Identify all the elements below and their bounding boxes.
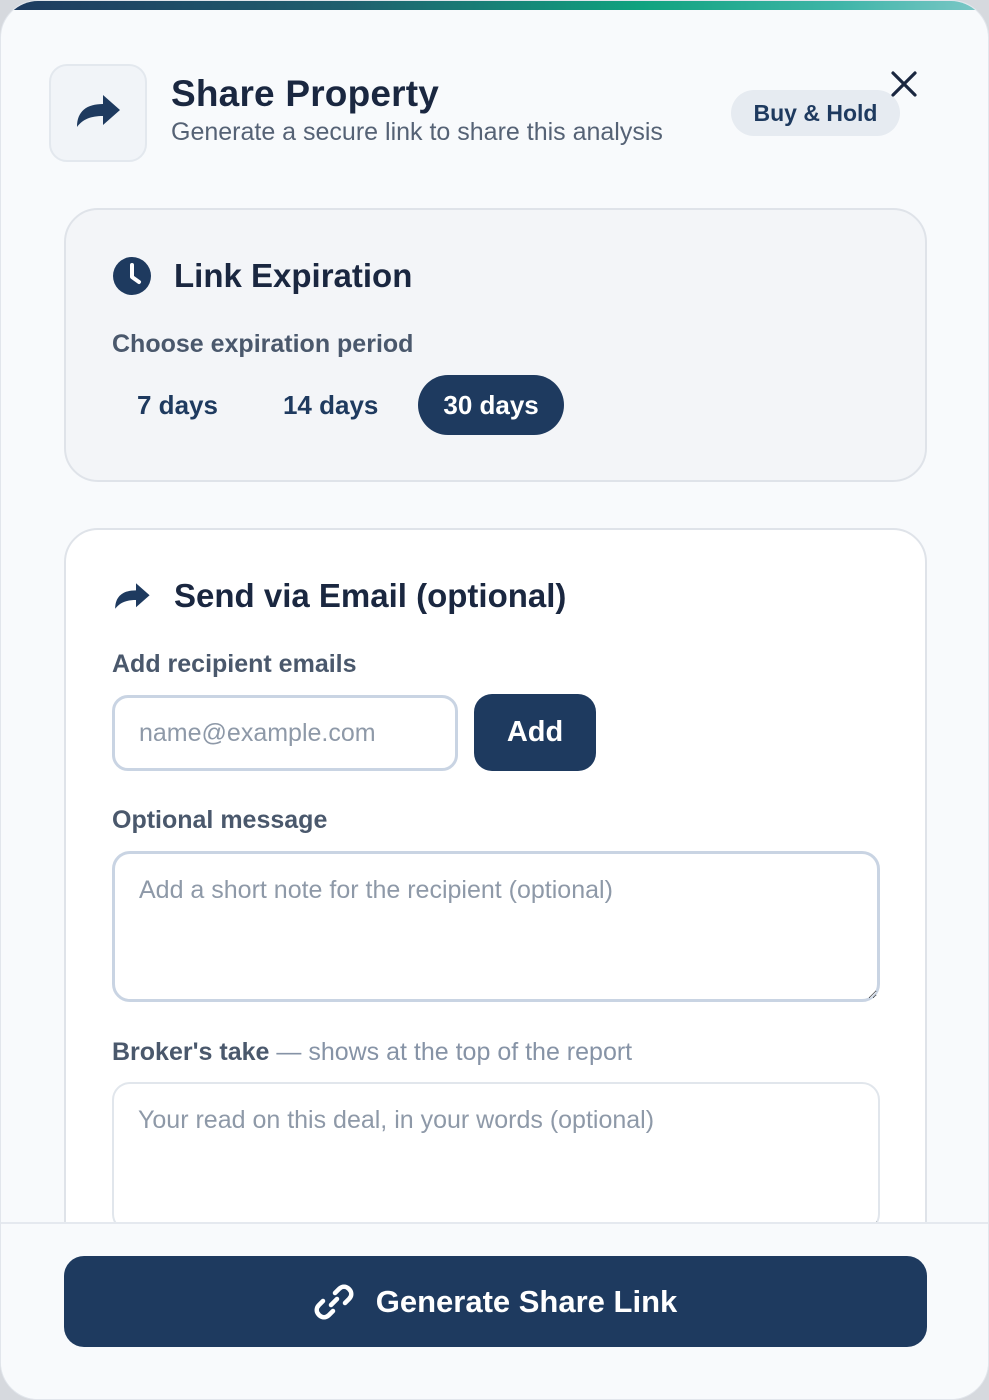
- recipient-emails-label: Add recipient emails: [112, 650, 357, 678]
- generate-share-link-button[interactable]: Generate Share Link: [64, 1256, 927, 1347]
- clock-icon: [112, 256, 152, 296]
- modal-title: Share Property: [171, 73, 440, 114]
- send-via-email-title: Send via Email (optional): [174, 577, 567, 614]
- expiration-options: 7 days 14 days 30 days: [112, 375, 564, 435]
- generate-share-link-label: Generate Share Link: [375, 1283, 678, 1319]
- optional-message-textarea[interactable]: [112, 851, 880, 1002]
- close-button[interactable]: [885, 67, 923, 105]
- share-property-modal: Share Property Generate a secure link to…: [0, 0, 989, 1400]
- link-expiration-card: Link Expiration Choose expiration period…: [64, 208, 927, 482]
- share-icon: [73, 91, 123, 136]
- modal-footer: Generate Share Link: [1, 1222, 988, 1399]
- expiration-period-label: Choose expiration period: [112, 330, 414, 358]
- recipient-email-input[interactable]: [112, 695, 458, 771]
- send-via-email-header: Send via Email (optional): [112, 576, 566, 616]
- send-via-email-card: Send via Email (optional) Add recipient …: [64, 528, 927, 1288]
- broker-take-textarea[interactable]: [112, 1082, 880, 1232]
- header-icon-box: [49, 64, 147, 162]
- expiration-option-14-days[interactable]: 14 days: [258, 375, 403, 435]
- share-icon: [112, 576, 152, 616]
- optional-message-label: Optional message: [112, 806, 328, 834]
- link-expiration-title: Link Expiration: [174, 257, 413, 294]
- close-icon: [890, 70, 918, 103]
- broker-take-label: Broker's take — shows at the top of the …: [112, 1038, 632, 1067]
- add-email-button[interactable]: Add: [474, 694, 596, 771]
- modal-subtitle: Generate a secure link to share this ana…: [171, 118, 663, 146]
- broker-take-title: Broker's take: [112, 1038, 270, 1066]
- top-accent-bar: [1, 1, 988, 10]
- strategy-badge: Buy & Hold: [731, 90, 900, 136]
- expiration-option-7-days[interactable]: 7 days: [112, 375, 243, 435]
- expiration-option-30-days[interactable]: 30 days: [418, 375, 564, 435]
- broker-take-hint: — shows at the top of the report: [269, 1038, 633, 1066]
- link-expiration-header: Link Expiration: [112, 256, 412, 296]
- link-icon: [314, 1282, 354, 1322]
